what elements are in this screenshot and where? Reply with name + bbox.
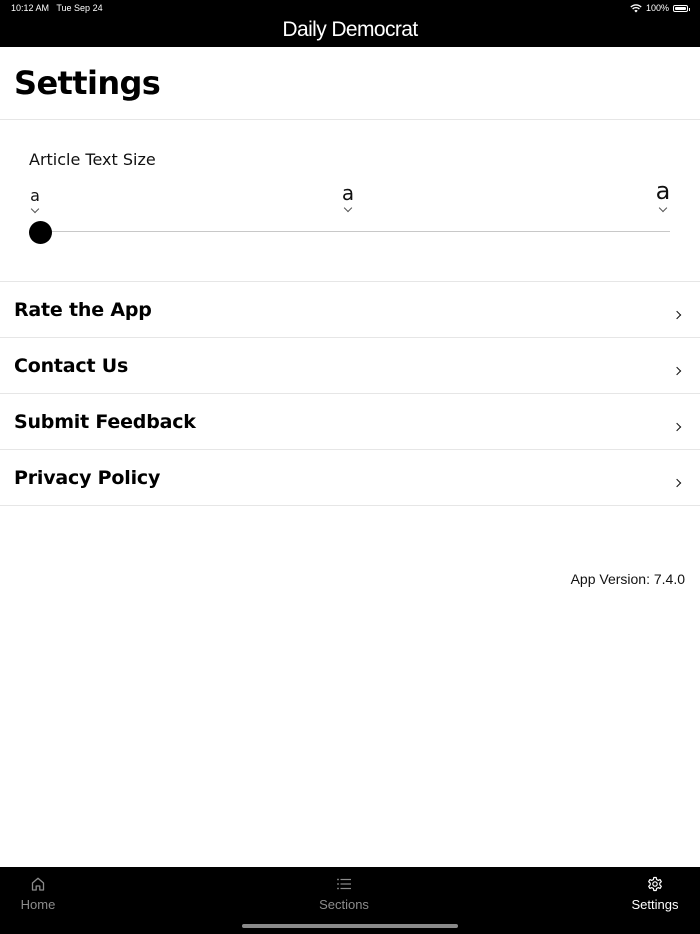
home-indicator[interactable] xyxy=(242,924,458,928)
chevron-right-icon xyxy=(672,422,682,432)
submit-feedback-row[interactable]: Submit Feedback xyxy=(0,394,700,450)
battery-icon xyxy=(673,4,690,12)
status-indicators: 100% xyxy=(630,3,690,13)
chevron-right-icon xyxy=(672,478,682,488)
small-a-glyph: a xyxy=(30,186,40,205)
home-icon xyxy=(31,877,45,891)
tab-settings[interactable]: Settings xyxy=(624,867,686,927)
gear-icon xyxy=(648,876,662,892)
tab-sections-label: Sections xyxy=(319,897,369,912)
chevron-right-icon xyxy=(672,366,682,376)
app-version: App Version: 7.4.0 xyxy=(570,571,685,587)
chevron-down-icon xyxy=(658,203,668,213)
tab-home-label: Home xyxy=(20,897,56,912)
status-time: 10:12 AM Tue Sep 24 xyxy=(11,3,103,13)
text-size-section: Article Text Size a a a xyxy=(0,120,700,282)
page-title: Settings xyxy=(14,64,161,102)
text-size-slider-thumb[interactable] xyxy=(29,221,52,244)
brand-logo: Daily Democrat xyxy=(282,18,418,41)
text-size-small-tick[interactable]: a xyxy=(26,186,44,214)
tab-sections[interactable]: Sections xyxy=(308,867,380,927)
battery-percent: 100% xyxy=(645,3,669,13)
list-icon xyxy=(337,878,351,890)
tab-settings-label: Settings xyxy=(631,897,679,912)
status-date: Tue Sep 24 xyxy=(56,3,103,13)
top-bar: 10:12 AM Tue Sep 24 100% Daily Democrat xyxy=(0,0,700,47)
privacy-policy-row[interactable]: Privacy Policy xyxy=(0,450,700,506)
chevron-down-icon xyxy=(30,204,40,214)
text-size-large-tick[interactable]: a xyxy=(652,177,674,213)
submit-feedback-label: Submit Feedback xyxy=(14,411,196,433)
text-size-label: Article Text Size xyxy=(29,150,156,169)
chevron-down-icon xyxy=(343,203,353,213)
contact-us-row[interactable]: Contact Us xyxy=(0,338,700,394)
status-clock: 10:12 AM xyxy=(11,3,50,13)
privacy-policy-label: Privacy Policy xyxy=(14,467,161,489)
wifi-icon xyxy=(630,3,642,12)
rate-app-label: Rate the App xyxy=(14,299,152,321)
text-size-slider-track[interactable] xyxy=(40,231,670,232)
title-section: Settings xyxy=(0,47,700,120)
large-a-glyph: a xyxy=(655,177,671,205)
rate-app-row[interactable]: Rate the App xyxy=(0,282,700,338)
chevron-right-icon xyxy=(672,310,682,320)
tab-home[interactable]: Home xyxy=(8,867,68,927)
contact-us-label: Contact Us xyxy=(14,355,129,377)
settings-menu: Rate the App Contact Us Submit Feedback … xyxy=(0,282,700,506)
text-size-medium-tick[interactable]: a xyxy=(338,181,358,213)
medium-a-glyph: a xyxy=(341,181,355,205)
